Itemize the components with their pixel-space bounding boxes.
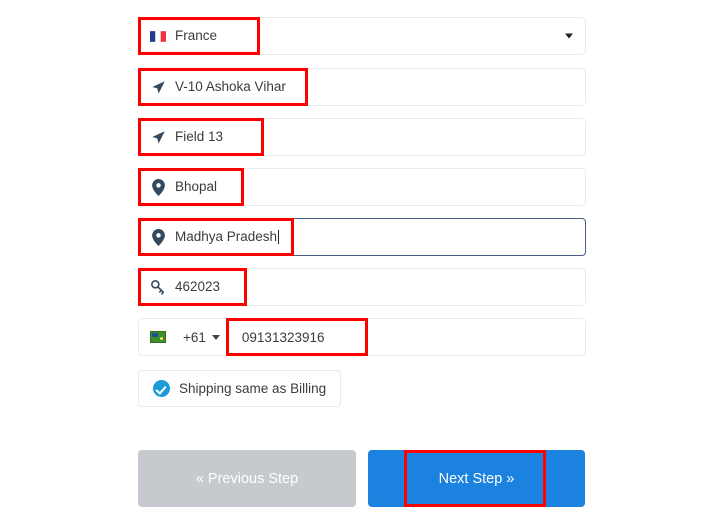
navigation-arrow-icon [149,128,167,146]
check-circle-icon[interactable] [153,380,170,397]
next-step-button[interactable]: Next Step » [368,450,585,507]
text-cursor [278,230,280,244]
chevron-down-icon[interactable] [211,334,220,340]
flag-australia-icon [149,328,167,346]
country-select[interactable]: France [138,17,586,55]
address-line-1-value: V-10 Ashoka Vihar [175,79,286,95]
shipping-same-as-billing-label: Shipping same as Billing [179,381,327,396]
map-pin-icon [149,178,167,196]
address-line-2-input[interactable]: Field 13 [138,118,586,156]
state-value: Madhya Pradesh [175,229,278,245]
chevron-down-icon[interactable] [565,33,573,39]
address-line-1-input[interactable]: V-10 Ashoka Vihar [138,68,586,106]
country-value: France [175,28,218,44]
phone-number-value: 09131323916 [241,329,325,345]
phone-country-code: +61 [183,329,206,345]
address-line-2-value: Field 13 [175,129,224,145]
flag-france-icon [149,27,167,45]
zip-code-input[interactable]: 462023 [138,268,586,306]
city-input[interactable]: Bhopal [138,168,586,206]
navigation-arrow-icon [149,78,167,96]
previous-step-button[interactable]: « Previous Step [138,450,356,507]
zip-code-value: 462023 [175,279,221,295]
map-pin-icon [149,228,167,246]
city-value: Bhopal [175,179,218,195]
state-input[interactable]: Madhya Pradesh [138,218,586,256]
phone-input[interactable]: +61 09131323916 [138,318,586,356]
shipping-same-as-billing-checkbox[interactable]: Shipping same as Billing [138,370,342,407]
key-icon [149,278,167,296]
phone-country-selector[interactable]: +61 [149,328,230,346]
